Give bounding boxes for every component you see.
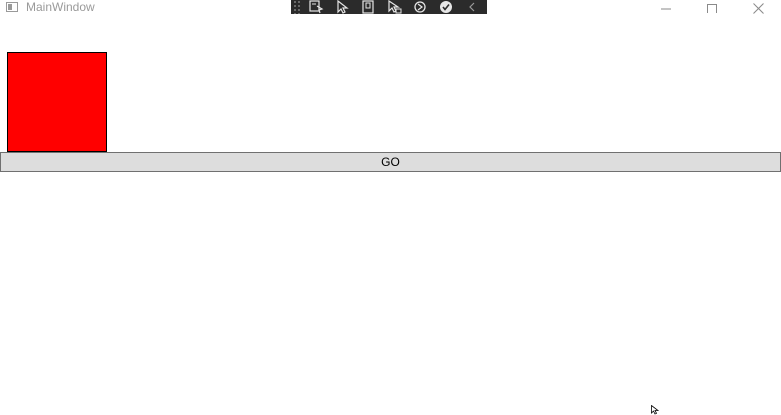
- window-title: MainWindow: [26, 0, 95, 14]
- minimize-icon[interactable]: [643, 0, 689, 16]
- close-icon[interactable]: [735, 0, 781, 16]
- select-element-icon[interactable]: [305, 0, 327, 14]
- mouse-cursor-icon: [651, 405, 659, 415]
- red-rectangle: [7, 52, 107, 152]
- maximize-icon[interactable]: [689, 0, 735, 16]
- layout-adorner-icon[interactable]: [357, 0, 379, 14]
- check-icon[interactable]: [435, 0, 457, 14]
- select-pointer-icon[interactable]: [331, 0, 353, 14]
- debug-toolbar: [291, 0, 487, 14]
- app-window-icon: [6, 2, 18, 12]
- title-bar: MainWindow: [0, 0, 781, 16]
- go-button[interactable]: GO: [0, 152, 781, 172]
- hot-reload-icon[interactable]: [409, 0, 431, 14]
- toolbar-grip[interactable]: [293, 0, 301, 14]
- track-focus-icon[interactable]: [383, 0, 405, 14]
- collapse-chevron-icon[interactable]: [461, 0, 483, 14]
